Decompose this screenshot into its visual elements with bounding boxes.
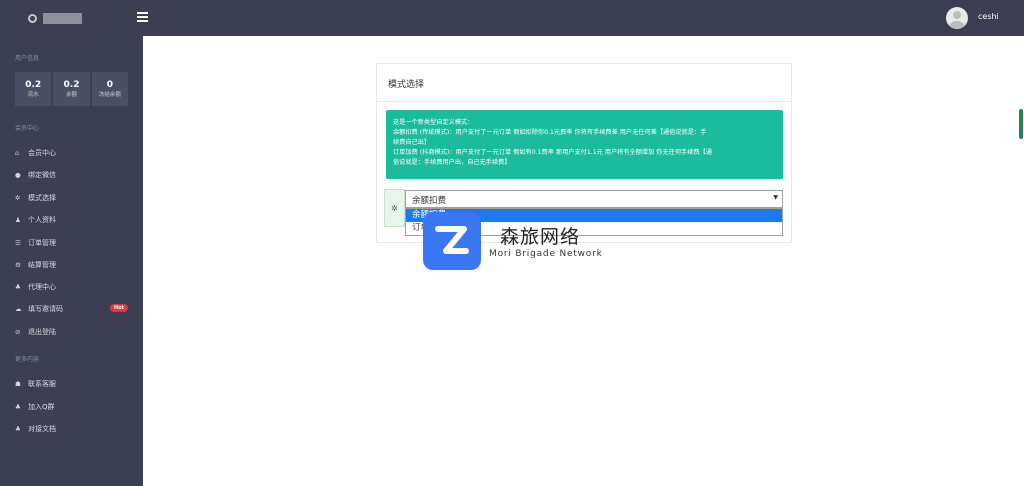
group-icon: ♣: [15, 403, 21, 411]
alert-line: 俗说就是：手续费用户出，自己无手续费】: [393, 159, 511, 166]
docs-icon: ♣: [15, 425, 21, 433]
sidebar-item-logout[interactable]: ⊘ 退出登陆: [15, 325, 130, 339]
top-navbar: ceshi: [0, 0, 1024, 36]
stat-balance: 0.2 余额: [53, 72, 90, 106]
watermark-logo-icon: [423, 212, 481, 270]
select-value: 余额扣费: [412, 196, 447, 206]
sidebar-item-label: 订单管理: [28, 239, 56, 247]
panel-title: 模式选择: [377, 64, 791, 102]
sidebar-item-label: 退出登陆: [28, 328, 56, 336]
sidebar-item-agent-center[interactable]: ♣ 代理中心: [15, 280, 130, 294]
stat-label: 流水: [27, 91, 39, 98]
logout-icon: ⊘: [15, 328, 21, 336]
stat-value: 0: [106, 79, 113, 90]
home-icon: ⌂: [15, 149, 20, 157]
info-alert: 这是一个新类型自定义模式： 余额扣费 (传统模式)：用户支付了一元订单 假如扣除…: [386, 110, 783, 179]
wechat-icon: ●: [15, 171, 21, 179]
chevron-down-icon: ▼: [773, 194, 778, 201]
support-icon: ☗: [15, 380, 21, 388]
sidebar-item-profile[interactable]: ♟ 个人资料: [15, 213, 130, 227]
username[interactable]: ceshi: [978, 12, 999, 21]
alert-line: 续费自己出】: [393, 139, 431, 146]
hot-badge: Hot: [109, 304, 128, 312]
z-logo-icon: [435, 226, 469, 254]
sidebar-item-label: 绑定微信: [28, 171, 56, 179]
sidebar-item-mode-select[interactable]: ✲ 模式选择: [15, 191, 130, 205]
sidebar: 用户信息 0.2 流水 0.2 余额 0 冻结余额 会员中心 ⌂ 会员中心 ● …: [0, 36, 143, 486]
stat-label: 余额: [65, 91, 77, 98]
sidebar-item-settlement[interactable]: ⚙ 结算管理: [15, 258, 130, 272]
cloud-icon: ☁: [15, 305, 22, 313]
sidebar-item-api-docs[interactable]: ♣ 对接文档: [15, 422, 130, 436]
watermark-title: 森旅网络: [500, 226, 581, 248]
logo-icon: [28, 13, 37, 23]
sidebar-item-support[interactable]: ☗ 联系客服: [15, 377, 130, 391]
mode-select[interactable]: 余额扣费 ▼: [405, 190, 783, 208]
sidebar-item-invite-code[interactable]: ☁ 填写邀请码 Hot: [15, 302, 130, 316]
alert-line: 余额扣费 (传统模式)：用户支付了一元订单 假如扣除你0.1元费率 你将有手续费…: [393, 129, 707, 136]
logo[interactable]: [28, 11, 82, 25]
sidebar-item-label: 结算管理: [28, 261, 56, 269]
sidebar-item-label: 联系客服: [28, 380, 56, 388]
sidebar-item-orders[interactable]: ☰ 订单管理: [15, 236, 130, 250]
stat-flow: 0.2 流水: [15, 72, 52, 106]
section-title-more: 更多内容: [15, 356, 40, 363]
alert-line: 这是一个新类型自定义模式：: [393, 119, 474, 126]
sidebar-item-label: 模式选择: [28, 194, 56, 202]
sidebar-item-join-qq-group[interactable]: ♣ 加入Q群: [15, 400, 130, 414]
user-icon: ♟: [15, 216, 21, 224]
menu-toggle-icon[interactable]: [137, 12, 148, 22]
cogs-icon: ⚙: [15, 261, 21, 269]
gear-icon: ✲: [15, 194, 21, 202]
section-title-user-info: 用户信息: [15, 55, 40, 62]
sidebar-item-label: 加入Q群: [28, 403, 55, 411]
users-icon: ♣: [15, 283, 21, 291]
avatar[interactable]: [946, 7, 968, 29]
gear-icon: ✲: [384, 189, 405, 227]
stat-frozen: 0 冻结余额: [91, 72, 128, 106]
stat-label: 冻结余额: [98, 91, 121, 98]
sidebar-item-label: 会员中心: [28, 149, 56, 157]
sidebar-item-label: 填写邀请码: [28, 305, 63, 313]
sidebar-item-label: 个人资料: [28, 216, 56, 224]
alert-line: 订单加费 (抖商模式)：用户支付了一元订单 假如有0.1费率 那用户支付1.1元…: [393, 149, 712, 156]
sidebar-item-label: 对接文档: [28, 425, 56, 433]
watermark-subtitle: Mori Brigade Network: [489, 249, 603, 259]
stat-value: 0.2: [63, 79, 80, 90]
sidebar-item-bind-wechat[interactable]: ● 绑定微信: [15, 168, 130, 182]
stat-value: 0.2: [25, 79, 42, 90]
sidebar-item-member-center[interactable]: ⌂ 会员中心: [15, 146, 130, 160]
list-icon: ☰: [15, 239, 21, 247]
logo-text-blurred: [42, 12, 82, 24]
sidebar-item-label: 代理中心: [28, 283, 56, 291]
scrollbar[interactable]: [1019, 109, 1023, 139]
section-title-member: 会员中心: [15, 125, 40, 132]
stats-group: 0.2 流水 0.2 余额 0 冻结余额: [15, 72, 128, 106]
